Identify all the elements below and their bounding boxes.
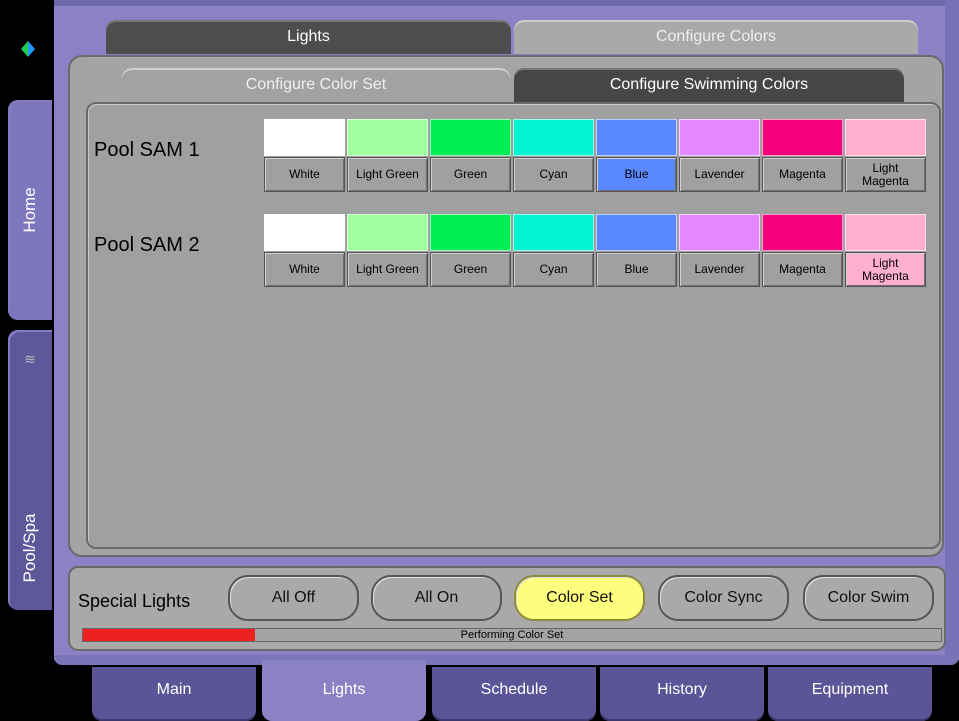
color-name-label: Light Green <box>356 167 419 181</box>
color-name-label: Lavender <box>694 262 745 276</box>
color-name-button[interactable]: Light Green <box>347 252 428 287</box>
color-name-label: Cyan <box>539 262 568 276</box>
color-swatch[interactable] <box>845 119 926 156</box>
all-on-button[interactable]: All On <box>371 575 502 621</box>
color-swatch[interactable] <box>762 119 843 156</box>
color-swatch[interactable] <box>264 119 345 156</box>
color-name-button[interactable]: Green <box>430 252 511 287</box>
color-name-label: Green <box>453 262 488 276</box>
color-swatch[interactable] <box>513 214 594 251</box>
color-name-label: Lavender <box>694 167 745 181</box>
color-swatch[interactable] <box>596 119 677 156</box>
side-tab-home-label: Home <box>20 187 39 233</box>
color-name-button[interactable]: Blue <box>596 157 677 192</box>
all-off-button[interactable]: All Off <box>228 575 359 621</box>
side-tab-column: Home ≋ Pool/Spa <box>0 0 54 660</box>
color-swatch[interactable] <box>679 119 760 156</box>
frame-right-edge <box>945 0 959 660</box>
color-name-label: Blue <box>624 262 649 276</box>
color-name-button[interactable]: White <box>264 157 345 192</box>
pool-name-label: Pool SAM 1 <box>94 139 200 161</box>
pool-waves-icon: ≋ <box>24 351 36 367</box>
tab-schedule-label: Schedule <box>480 681 548 698</box>
color-name-label: White <box>289 167 320 181</box>
color-name-label: Green <box>453 167 488 181</box>
color-swatch[interactable] <box>596 214 677 251</box>
color-name-button[interactable]: Cyan <box>513 157 594 192</box>
color-name-label: Blue <box>624 167 649 181</box>
progress-bar: Performing Color Set <box>82 628 942 642</box>
side-tab-pool-spa-label: Pool/Spa <box>20 513 39 583</box>
color-swim-button[interactable]: Color Swim <box>803 575 934 621</box>
color-sync-label: Color Sync <box>684 589 763 606</box>
tab-configure-swimming-colors-label: Configure Swimming Colors <box>609 76 809 93</box>
color-sync-button[interactable]: Color Sync <box>658 575 789 621</box>
color-swatch[interactable] <box>430 119 511 156</box>
color-name-label: Light Magenta <box>862 160 909 188</box>
color-swatch[interactable] <box>513 119 594 156</box>
tab-configure-color-set[interactable]: Configure Color Set <box>122 68 510 102</box>
color-name-button[interactable]: Magenta <box>762 252 843 287</box>
color-name-button[interactable]: Cyan <box>513 252 594 287</box>
color-swatch[interactable] <box>347 214 428 251</box>
color-swatch[interactable] <box>264 214 345 251</box>
color-name-label: Magenta <box>779 262 826 276</box>
special-lights-label: Special Lights <box>78 591 191 611</box>
side-tab-pool-spa[interactable]: ≋ Pool/Spa <box>8 330 52 610</box>
tab-lights[interactable]: Lights <box>106 20 511 54</box>
color-name-button[interactable]: Magenta <box>762 157 843 192</box>
color-swatch[interactable] <box>845 214 926 251</box>
color-set-label: Color Set <box>546 589 613 606</box>
color-name-button[interactable]: Light Green <box>347 157 428 192</box>
tab-history[interactable]: History <box>600 667 764 721</box>
tab-lights-bottom[interactable]: Lights <box>262 660 426 721</box>
tab-main-label: Main <box>156 681 192 698</box>
all-off-label: All Off <box>271 589 316 606</box>
tab-schedule[interactable]: Schedule <box>432 667 596 721</box>
frame-top-edge <box>0 0 959 6</box>
pool-name-label: Pool SAM 2 <box>94 234 200 256</box>
color-set-button[interactable]: Color Set <box>514 575 645 621</box>
color-name-button[interactable]: Green <box>430 157 511 192</box>
tab-lights-bottom-label: Lights <box>322 681 366 698</box>
tab-main[interactable]: Main <box>92 667 256 721</box>
tab-equipment[interactable]: Equipment <box>768 667 932 721</box>
color-name-button[interactable]: Blue <box>596 252 677 287</box>
tab-configure-color-set-label: Configure Color Set <box>245 76 387 93</box>
color-swatch[interactable] <box>679 214 760 251</box>
color-swatch[interactable] <box>347 119 428 156</box>
color-swatch[interactable] <box>762 214 843 251</box>
color-name-button[interactable]: White <box>264 252 345 287</box>
color-name-label: Light Magenta <box>862 255 909 283</box>
tab-lights-label: Lights <box>287 28 330 45</box>
color-swim-label: Color Swim <box>827 589 910 606</box>
color-name-label: Cyan <box>539 167 568 181</box>
all-on-label: All On <box>414 589 459 606</box>
frame-bottom-lip <box>54 655 959 665</box>
tab-configure-swimming-colors[interactable]: Configure Swimming Colors <box>514 68 904 102</box>
tab-equipment-label: Equipment <box>811 681 889 698</box>
color-swatch[interactable] <box>430 214 511 251</box>
tab-configure-colors-label: Configure Colors <box>655 28 777 45</box>
connection-arrows-icon <box>17 40 39 62</box>
progress-status-text: Performing Color Set <box>460 629 564 641</box>
color-name-button[interactable]: Light Magenta <box>845 252 926 287</box>
color-name-label: Magenta <box>779 167 826 181</box>
color-name-label: Light Green <box>356 262 419 276</box>
color-name-button[interactable]: Lavender <box>679 157 760 192</box>
tab-configure-colors[interactable]: Configure Colors <box>514 20 918 54</box>
side-tab-home[interactable]: Home <box>8 100 52 320</box>
color-name-label: White <box>289 262 320 276</box>
tab-history-label: History <box>657 681 707 698</box>
color-name-button[interactable]: Lavender <box>679 252 760 287</box>
color-name-button[interactable]: Light Magenta <box>845 157 926 192</box>
